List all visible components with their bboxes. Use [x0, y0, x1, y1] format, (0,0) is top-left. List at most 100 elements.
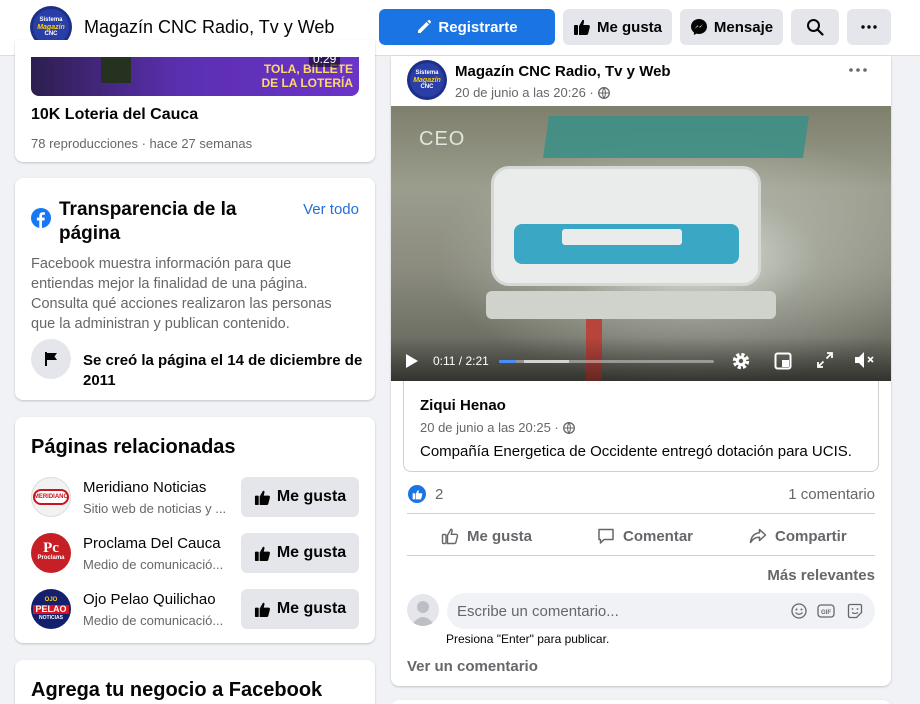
- view-comment-link[interactable]: Ver un comentario: [407, 658, 538, 675]
- post-date-row: 20 de junio a las 20:26 ·: [455, 85, 610, 100]
- transparency-description: Facebook muestra información para que en…: [31, 256, 332, 332]
- related-like-button[interactable]: Me gusta: [241, 533, 359, 573]
- related-page-name[interactable]: Proclama Del Cauca: [83, 535, 221, 552]
- page-logo: Sistema Magazín CNC: [410, 63, 444, 97]
- bed-base: [486, 291, 776, 319]
- like-reaction-icon[interactable]: [408, 485, 426, 503]
- message-button[interactable]: Mensaje: [680, 9, 783, 45]
- video-meta: 78 reproducciones · hace 27 semanas: [31, 136, 253, 151]
- comment-action-label: Comentar: [623, 527, 694, 545]
- video-progress-track[interactable]: [499, 360, 714, 363]
- pencil-icon: [416, 19, 432, 35]
- transparency-title: Transparencia de la página: [59, 199, 237, 244]
- comment-placeholder: Escribe un comentario...: [457, 603, 619, 620]
- post-author-avatar[interactable]: Sistema Magazín CNC: [407, 60, 447, 100]
- related-page-desc: Sitio web de noticias y ...: [83, 501, 227, 516]
- like-label: Me gusta: [276, 488, 347, 505]
- register-label: Registrarte: [438, 18, 518, 36]
- globe-icon: [562, 421, 575, 434]
- search-icon: [806, 18, 824, 36]
- post-card: Sistema Magazín CNC Magazín CNC Radio, Tv …: [391, 56, 891, 686]
- related-page-name[interactable]: Ojo Pelao Quilichao: [83, 591, 216, 608]
- like-action-label: Me gusta: [467, 527, 533, 545]
- share-icon: [749, 527, 767, 545]
- user-avatar: [407, 594, 439, 626]
- video-progress-fill: [499, 360, 517, 363]
- play-icon[interactable]: [405, 353, 419, 369]
- bed-brand-plate: [562, 229, 682, 245]
- related-like-button[interactable]: Me gusta: [241, 477, 359, 517]
- gif-icon[interactable]: GIF: [817, 603, 835, 619]
- thumbs-up-icon: [254, 545, 271, 562]
- related-page-item[interactable]: MERIDIANO Meridiano Noticias Sitio web d…: [31, 473, 359, 521]
- duration-badge: 0:29: [309, 57, 341, 67]
- shared-date[interactable]: 20 de junio a las 20:25 ·: [420, 420, 559, 435]
- divider: [407, 555, 875, 556]
- sticker-icon[interactable]: [847, 603, 863, 619]
- facebook-icon: [31, 208, 51, 228]
- page-created-text: Se creó la página el 14 de diciembre de …: [83, 352, 363, 389]
- bed-mattress: [543, 116, 809, 158]
- emoji-icon[interactable]: [791, 603, 807, 619]
- divider: [407, 513, 875, 514]
- video-title[interactable]: 10K Loteria del Cauca: [31, 106, 198, 124]
- messenger-icon: [690, 18, 708, 36]
- related-pages-title: Páginas relacionadas: [31, 436, 236, 458]
- pip-icon[interactable]: [774, 352, 792, 370]
- video-thumbnail[interactable]: TOLA, BILLETE DE LA LOTERÍA 0:29: [31, 57, 359, 96]
- sort-comments-dropdown[interactable]: Más relevantes: [767, 567, 875, 584]
- like-label: Me gusta: [596, 18, 662, 36]
- share-action-button[interactable]: Compartir: [749, 518, 847, 554]
- shared-author[interactable]: Ziqui Henao: [420, 397, 506, 414]
- see-all-link[interactable]: Ver todo: [303, 201, 359, 218]
- related-like-button[interactable]: Me gusta: [241, 589, 359, 629]
- related-page-desc: Medio de comunicació...: [83, 613, 224, 628]
- enter-hint: Presiona "Enter" para publicar.: [446, 632, 610, 646]
- thumbs-up-icon: [254, 489, 271, 506]
- related-pages-card: Páginas relacionadas MERIDIANO Meridiano…: [15, 417, 375, 643]
- video-watermark: CEO: [419, 128, 466, 150]
- thumbnail-figure: [101, 57, 131, 83]
- video-controls: 0:11 / 2:21: [391, 337, 891, 381]
- page-title[interactable]: Magazín CNC Radio, Tv y Web: [84, 17, 334, 38]
- search-button[interactable]: [791, 9, 839, 45]
- meridiano-logo: MERIDIANO: [31, 477, 71, 517]
- add-business-card: Agrega tu negocio a Facebook: [15, 660, 375, 704]
- like-action-button[interactable]: Me gusta: [441, 518, 532, 554]
- settings-icon[interactable]: [731, 351, 751, 371]
- thumbs-up-icon: [254, 601, 271, 618]
- register-button[interactable]: Registrarte: [379, 9, 555, 45]
- shared-date-row: 20 de junio a las 20:25 ·: [420, 420, 575, 435]
- related-page-desc: Medio de comunicació...: [83, 557, 224, 572]
- thumbs-up-outline-icon: [441, 527, 459, 545]
- add-business-title: Agrega tu negocio a Facebook: [31, 679, 323, 701]
- share-action-label: Compartir: [775, 527, 847, 545]
- related-page-item[interactable]: OJO PELAO NOTICIAS Ojo Pelao Quilichao Med…: [31, 585, 359, 633]
- reactions-count[interactable]: 2: [435, 486, 443, 503]
- thumbs-up-icon: [573, 18, 591, 36]
- post-video[interactable]: CEO 0:11 / 2:21: [391, 106, 891, 381]
- proclama-logo: Pc Proclama: [31, 533, 71, 573]
- svg-text:GIF: GIF: [821, 610, 831, 616]
- comment-icon: [597, 527, 615, 545]
- fullscreen-icon[interactable]: [817, 352, 833, 368]
- related-page-name[interactable]: Meridiano Noticias: [83, 479, 206, 496]
- comment-input[interactable]: Escribe un comentario... GIF: [447, 593, 875, 629]
- more-options-button[interactable]: [847, 9, 891, 45]
- comments-count[interactable]: 1 comentario: [788, 486, 875, 503]
- related-page-item[interactable]: Pc Proclama Proclama Del Cauca Medio de c…: [31, 529, 359, 577]
- video-buffer: [524, 360, 569, 363]
- post-author-name[interactable]: Magazín CNC Radio, Tv y Web: [455, 63, 671, 80]
- flag-icon: [31, 339, 71, 379]
- like-label: Me gusta: [276, 544, 347, 561]
- mute-icon[interactable]: [854, 351, 876, 369]
- next-post-card: [391, 700, 891, 704]
- transparency-card: Transparencia de la página Ver todo Face…: [15, 178, 375, 400]
- video-card: TOLA, BILLETE DE LA LOTERÍA 0:29 10K Lot…: [15, 40, 375, 162]
- comment-action-button[interactable]: Comentar: [597, 518, 693, 554]
- post-menu-icon[interactable]: [849, 68, 867, 72]
- post-date[interactable]: 20 de junio a las 20:26 ·: [455, 85, 594, 100]
- ojo-pelao-logo: OJO PELAO NOTICIAS: [31, 589, 71, 629]
- shared-post[interactable]: Ziqui Henao 20 de junio a las 20:25 · Co…: [403, 381, 879, 472]
- like-page-button[interactable]: Me gusta: [563, 9, 672, 45]
